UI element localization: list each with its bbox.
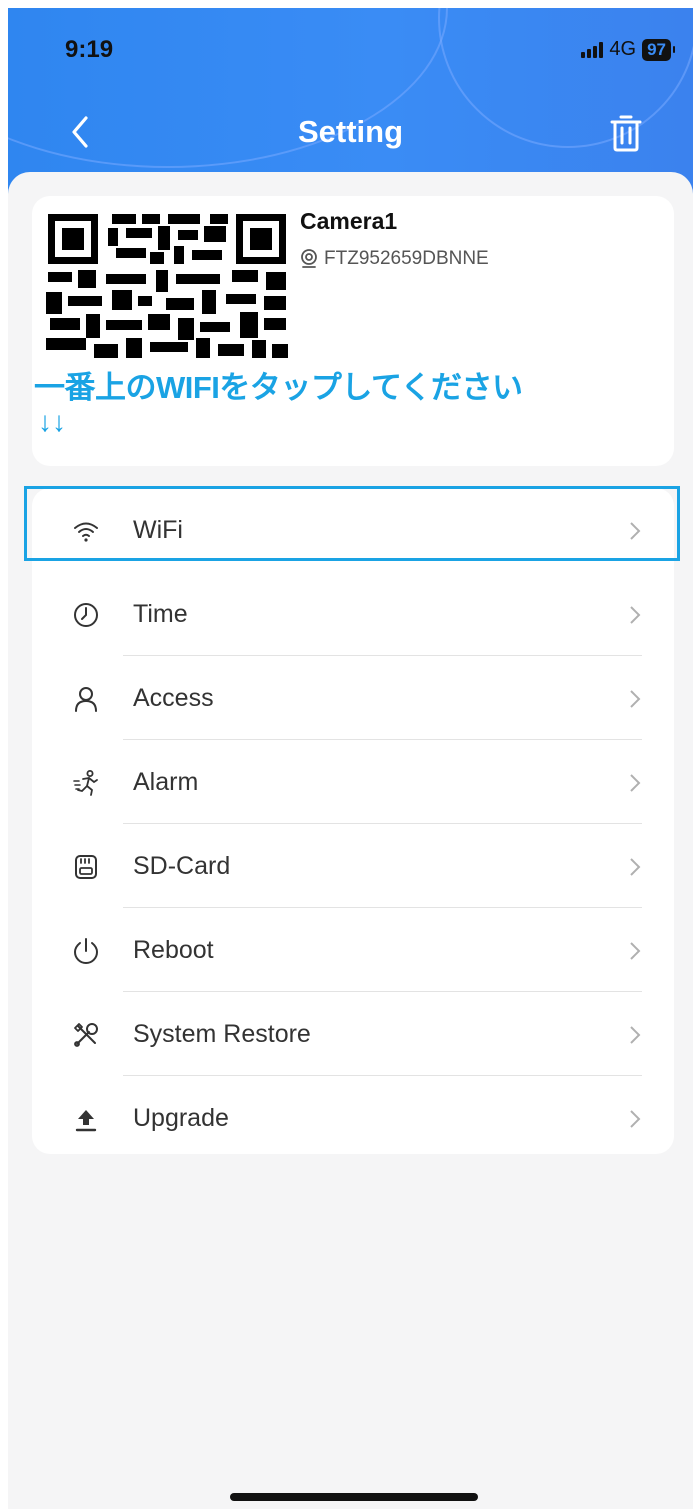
- menu-item-label: Time: [133, 600, 188, 628]
- menu-item-label: SD-Card: [133, 852, 231, 880]
- settings-menu: WiFi Time Access Alarm SD-Card Reboot Sy…: [32, 488, 674, 1154]
- menu-item-alarm[interactable]: Alarm: [32, 740, 674, 824]
- signal-icon: [581, 41, 604, 58]
- menu-item-label: Alarm: [133, 768, 199, 796]
- menu-item-time[interactable]: Time: [32, 572, 674, 656]
- network-type: 4G: [609, 38, 637, 60]
- status-indicators: 4G 97: [581, 38, 675, 61]
- trash-icon: [610, 115, 642, 152]
- menu-item-label: Access: [133, 684, 214, 712]
- upload-icon: [75, 1110, 97, 1132]
- chevron-right-icon: [630, 1026, 641, 1044]
- user-icon: [75, 687, 97, 712]
- menu-item-label: WiFi: [133, 516, 183, 544]
- menu-item-wifi[interactable]: WiFi: [32, 488, 674, 572]
- instruction-text: 一番上のWIFIをタップしてください: [34, 370, 523, 405]
- menu-item-upgrade[interactable]: Upgrade: [32, 1076, 674, 1160]
- chevron-right-icon: [630, 858, 641, 876]
- qr-code-image: [46, 204, 288, 360]
- webcam-icon: [301, 249, 317, 268]
- menu-item-label: Reboot: [133, 936, 214, 964]
- sd-card-icon: [75, 855, 97, 879]
- camera-name: Camera1: [300, 208, 398, 234]
- menu-item-sd-card[interactable]: SD-Card: [32, 824, 674, 908]
- camera-id: FTZ952659DBNNE: [324, 248, 489, 269]
- camera-id-row: FTZ952659DBNNE: [300, 248, 489, 270]
- menu-item-access[interactable]: Access: [32, 656, 674, 740]
- status-time: 9:19: [65, 36, 114, 63]
- battery-icon: 97: [642, 38, 675, 61]
- page-title: Setting: [297, 114, 404, 149]
- menu-item-label: Upgrade: [133, 1104, 229, 1132]
- chevron-right-icon: [630, 774, 641, 792]
- tools-icon: [74, 1023, 98, 1047]
- chevron-right-icon: [630, 942, 641, 960]
- device-card: Camera1 FTZ952659DBNNE 一番上のWIFIをタップしてくださ…: [32, 196, 674, 466]
- chevron-right-icon: [630, 690, 641, 708]
- delete-button[interactable]: [609, 113, 643, 153]
- menu-item-system-restore[interactable]: System Restore: [32, 992, 674, 1076]
- chevron-right-icon: [630, 1110, 641, 1128]
- running-person-icon: [73, 770, 98, 796]
- power-icon: [73, 938, 99, 964]
- home-indicator: [230, 1493, 478, 1501]
- chevron-right-icon: [630, 606, 641, 624]
- chevron-right-icon: [630, 522, 641, 540]
- clock-icon: [74, 603, 98, 627]
- menu-item-label: System Restore: [133, 1020, 311, 1048]
- screen: 9:19 4G 97 Setting Camera1 FTZ952659DBNN…: [8, 8, 693, 1509]
- instruction-arrows: ↓↓: [38, 406, 66, 437]
- menu-item-reboot[interactable]: Reboot: [32, 908, 674, 992]
- wifi-icon: [74, 522, 98, 542]
